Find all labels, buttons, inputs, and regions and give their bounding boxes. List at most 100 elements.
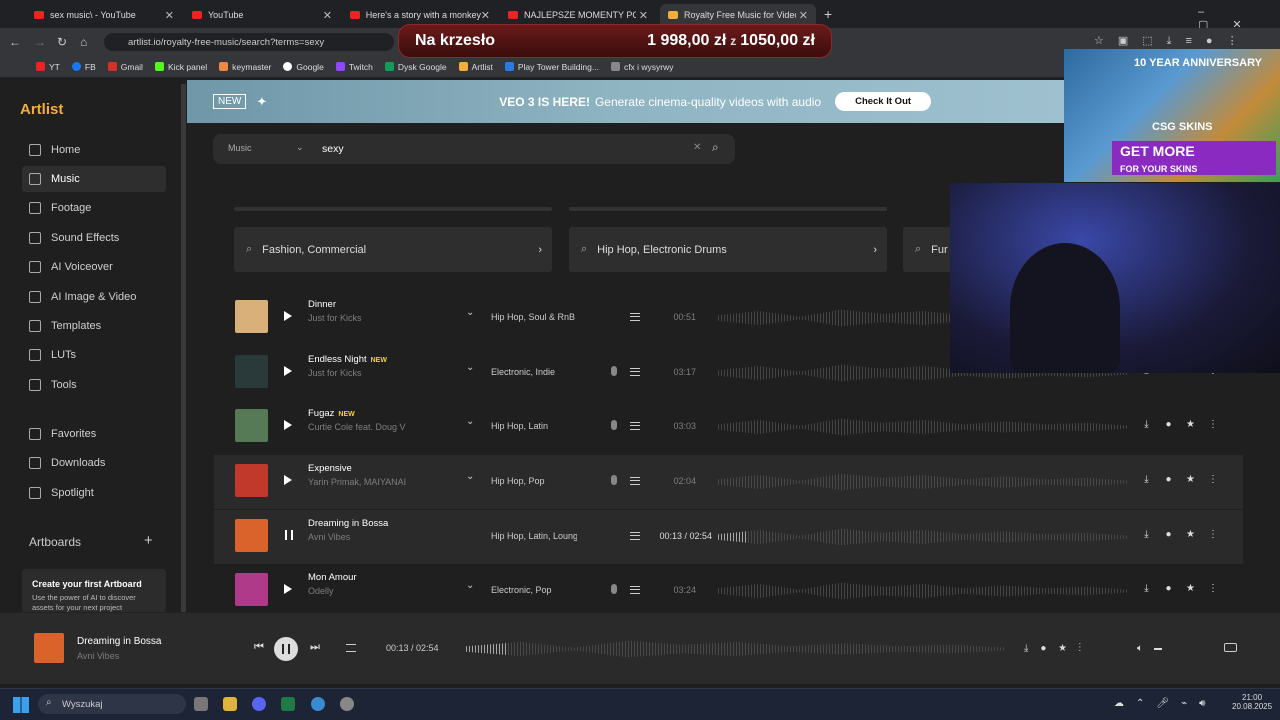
sidebar-item-ai-voiceover[interactable]: AI Voiceover (22, 254, 166, 280)
check-it-out-button[interactable]: Check It Out (835, 92, 932, 111)
track-artist[interactable]: Curtie Cole feat. Doug V (308, 422, 418, 432)
tab-youtube[interactable]: YouTube ✕ (184, 4, 340, 26)
track-waveform[interactable] (718, 528, 1128, 546)
next-icon[interactable]: ⏭ (310, 641, 320, 654)
more-icon[interactable]: ⋮ (1208, 583, 1218, 594)
play-icon[interactable] (284, 420, 292, 430)
bookmark-fb[interactable]: FB (71, 62, 96, 72)
track-waveform[interactable] (718, 582, 1128, 600)
system-tray-icons[interactable]: ☁︎⌃🎤︎⌁🔊︎ (1114, 698, 1217, 709)
volume-icon[interactable]: 🔈︎ (1137, 643, 1143, 654)
tab-artlist[interactable]: Royalty Free Music for Video C ✕ (660, 4, 816, 26)
bookmark-keymaster[interactable]: keymaster (219, 62, 271, 72)
play-icon[interactable] (284, 584, 292, 594)
reload-icon[interactable]: ↻ (57, 35, 67, 49)
play-icon[interactable] (284, 475, 292, 485)
sidebar-scrollbar[interactable] (181, 84, 186, 612)
similar-icon[interactable]: ● (1164, 474, 1173, 485)
star-icon[interactable]: ★ (1186, 419, 1195, 430)
bookmark-dysk-google[interactable]: Dysk Google (384, 62, 447, 72)
chevron-down-icon[interactable]: ⌄ (466, 580, 474, 591)
sidebar-item-sound-effects[interactable]: Sound Effects (22, 225, 166, 251)
excel-icon[interactable] (281, 697, 295, 711)
file-explorer-icon[interactable] (223, 697, 237, 711)
player-waveform[interactable] (466, 640, 1006, 658)
track-title[interactable]: Fugaz NEW (308, 408, 355, 419)
sidebar-item-tools[interactable]: Tools (22, 372, 166, 398)
bookmark-play-tower[interactable]: Play Tower Building... (504, 62, 599, 72)
chevron-down-icon[interactable]: ⌄ (466, 416, 474, 427)
chevron-down-icon[interactable]: ⌄ (466, 362, 474, 373)
similar-icon[interactable]: ● (1164, 529, 1173, 540)
track-artist[interactable]: Just for Kicks (308, 368, 418, 378)
close-icon[interactable]: ✕ (165, 9, 174, 22)
track-row[interactable]: Mon Amour Odelly ⌄ Electronic, Pop 03:24… (214, 564, 1243, 618)
track-title[interactable]: Endless Night NEW (308, 354, 387, 365)
more-icon[interactable]: ⋮ (1208, 419, 1218, 430)
track-thumbnail[interactable] (235, 355, 268, 388)
track-title[interactable]: Dinner (308, 299, 336, 310)
bookmark-artlist[interactable]: Artlist (458, 62, 493, 72)
task-view-icon[interactable] (194, 697, 208, 711)
artlist-logo[interactable]: Artlist (20, 101, 63, 118)
clear-icon[interactable]: ✕ (693, 142, 701, 153)
play-icon[interactable] (284, 366, 292, 376)
menu-icon[interactable] (630, 368, 640, 376)
track-thumbnail[interactable] (235, 300, 268, 333)
close-icon[interactable]: ✕ (639, 9, 648, 22)
close-icon[interactable]: ✕ (481, 9, 490, 22)
volume-slider[interactable] (1154, 648, 1162, 650)
search-type-select[interactable]: Music (228, 143, 252, 153)
track-artist[interactable]: Yarin Primak, MAIYANAI (308, 477, 418, 487)
more-icon[interactable]: ⋮ (1208, 529, 1218, 540)
tab-najlepsze[interactable]: NAJLEPSZE MOMENTY POLSKIE✕ (500, 4, 656, 26)
sidebar-item-spotlight[interactable]: Spotlight (22, 480, 166, 506)
download-icon[interactable]: ⤓ (1142, 529, 1151, 540)
browser-extension-icons[interactable]: ☆▣⬚⤓≡●⋮ (1094, 34, 1252, 48)
play-icon[interactable] (284, 311, 292, 321)
track-artist[interactable]: Odelly (308, 586, 418, 596)
track-thumbnail[interactable] (235, 464, 268, 497)
menu-icon[interactable] (630, 422, 640, 430)
bookmark-gmail[interactable]: Gmail (107, 62, 143, 72)
track-thumbnail[interactable] (235, 519, 268, 552)
track-row[interactable]: Fugaz NEW Curtie Cole feat. Doug V ⌄ Hip … (214, 400, 1243, 454)
download-icon[interactable]: ⤓ (1142, 419, 1151, 430)
sidebar-item-home[interactable]: Home (22, 137, 166, 163)
download-icon[interactable]: ⤓ (1142, 474, 1151, 485)
track-title[interactable]: Dreaming in Bossa (308, 518, 388, 529)
menu-icon[interactable] (630, 586, 640, 594)
sidebar-item-footage[interactable]: Footage (22, 195, 166, 221)
bookmark-twitch[interactable]: Twitch (335, 62, 373, 72)
track-row[interactable]: Dreaming in Bossa Avni Vibes Hip Hop, La… (214, 510, 1243, 564)
track-thumbnail[interactable] (235, 573, 268, 606)
track-title[interactable]: Mon Amour (308, 572, 357, 583)
similar-icon[interactable]: ● (1164, 419, 1173, 430)
add-artboard-button[interactable]: + (144, 532, 153, 549)
miniplayer-icon[interactable] (1224, 643, 1237, 652)
taskbar-search[interactable]: Wyszukaj (38, 694, 186, 714)
close-icon[interactable]: ✕ (323, 9, 332, 22)
csgskins-ad[interactable]: 10 YEAR ANNIVERSARY CSG SKINS GET MORE FO… (1064, 49, 1280, 182)
search-input[interactable]: sexy (322, 143, 344, 155)
pause-button[interactable] (274, 637, 298, 661)
search-icon[interactable]: ⌕ (712, 140, 719, 155)
url-input[interactable]: artlist.io/royalty-free-music/search?ter… (104, 33, 394, 51)
app-icon[interactable] (340, 697, 354, 711)
tab-monkey-story[interactable]: Here's a story with a monkey u ✕ (342, 4, 498, 26)
sidebar-item-ai-image-video[interactable]: AI Image & Video (22, 284, 166, 310)
star-icon[interactable]: ★ (1186, 529, 1195, 540)
sidebar-item-downloads[interactable]: Downloads (22, 450, 166, 476)
menu-icon[interactable] (630, 477, 640, 485)
bookmark-kick-panel[interactable]: Kick panel (154, 62, 207, 72)
category-hip-hop-electronic[interactable]: ⌕ Hip Hop, Electronic Drums › (569, 227, 887, 272)
bookmark-yt[interactable]: YT (36, 62, 60, 72)
bookmark-google[interactable]: Google (283, 62, 324, 72)
previous-icon[interactable]: ⏮ (254, 641, 264, 654)
track-row[interactable]: Expensive Yarin Primak, MAIYANAI ⌄ Hip H… (214, 455, 1243, 509)
chevron-down-icon[interactable]: ⌄ (296, 142, 304, 153)
menu-icon[interactable] (630, 313, 640, 321)
sidebar-item-favorites[interactable]: Favorites (22, 421, 166, 447)
new-tab-icon[interactable]: + (824, 6, 832, 22)
sidebar-item-luts[interactable]: LUTs (22, 342, 166, 368)
